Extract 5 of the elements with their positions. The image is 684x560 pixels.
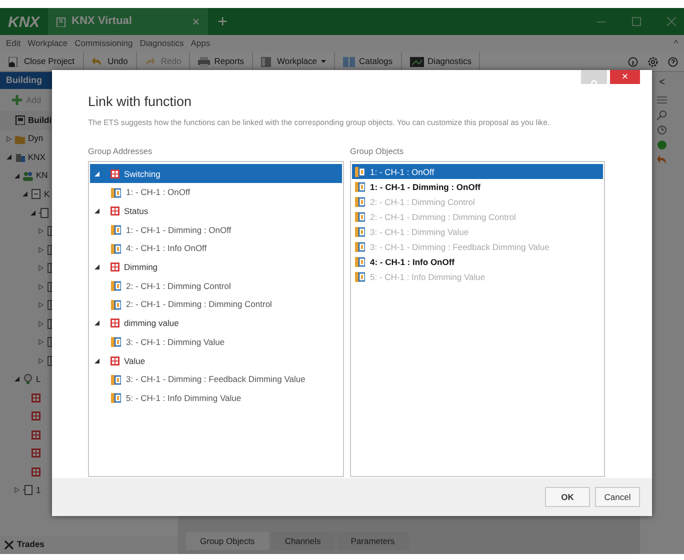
tab-title: KNX Virtual bbox=[72, 14, 132, 30]
panel-heading: Group Objects bbox=[350, 144, 404, 158]
panel-heading: Group Addresses bbox=[88, 144, 154, 158]
app-logo: KNX bbox=[7, 13, 42, 33]
dialog-title: Link with function bbox=[88, 93, 193, 111]
